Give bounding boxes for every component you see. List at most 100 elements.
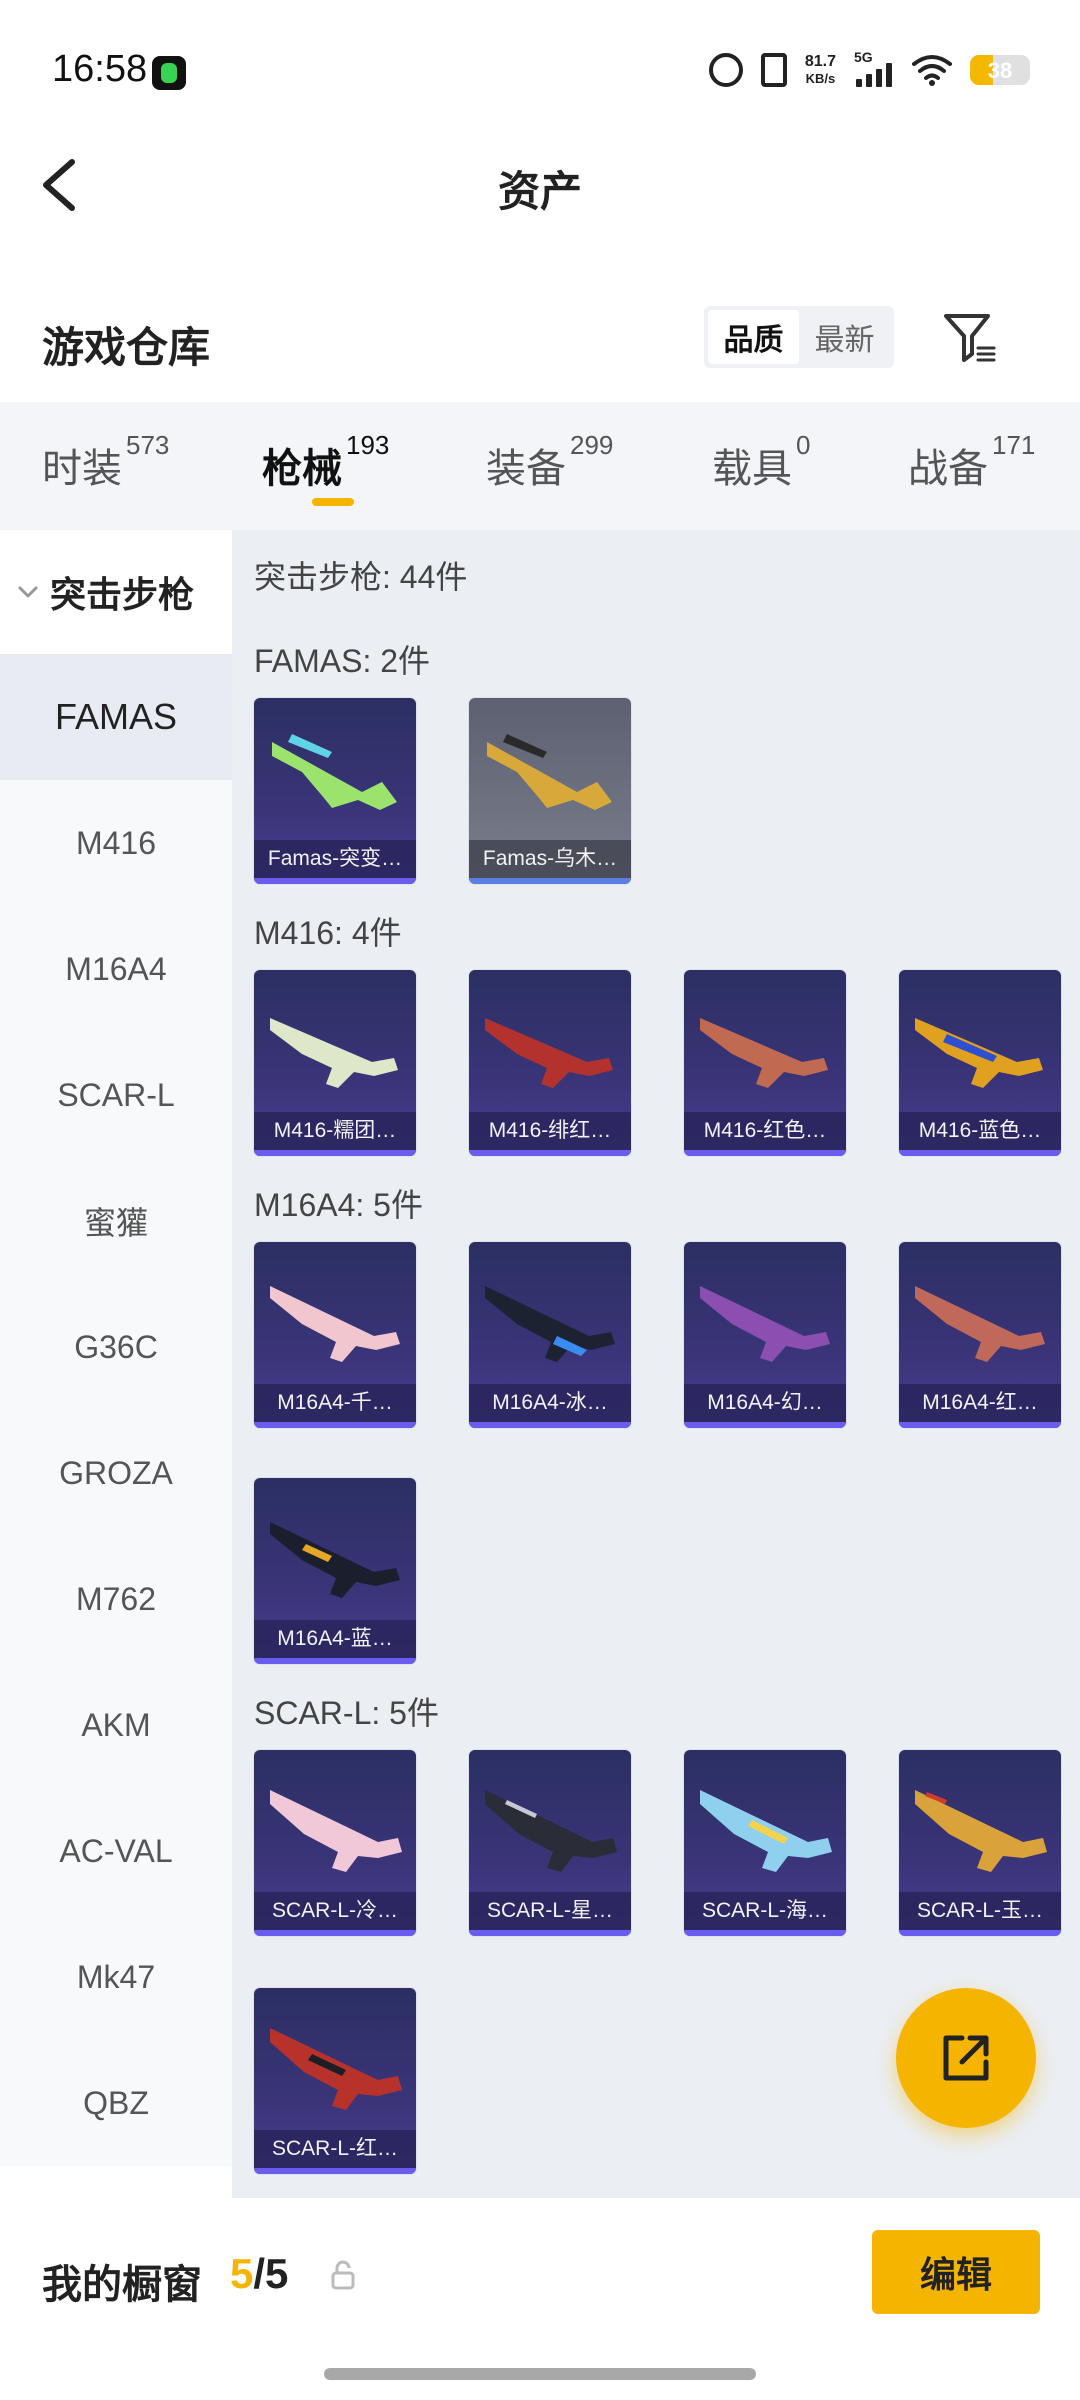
tab-supplies[interactable]: 战备171 xyxy=(908,430,1035,494)
section-label-scar-l: SCAR-L: 5件 xyxy=(254,1695,439,1731)
weapon-card[interactable]: SCAR-L-海… xyxy=(684,1750,846,1936)
status-bar: 16:58 81.7 KB/s 5G 38 xyxy=(0,0,1080,140)
weapon-card[interactable]: M416-红色… xyxy=(684,970,846,1156)
weapon-card-label: M416-蓝色… xyxy=(899,1112,1061,1150)
weapon-card-label: M416-绯红… xyxy=(469,1112,631,1150)
tab-count: 0 xyxy=(796,430,811,460)
rarity-bar xyxy=(684,1422,846,1428)
weapon-card[interactable]: SCAR-L-冷… xyxy=(254,1750,416,1936)
filter-button[interactable] xyxy=(942,310,998,366)
sidebar-item-qbz[interactable]: QBZ xyxy=(0,2040,232,2166)
battery-icon: 38 xyxy=(970,55,1030,85)
battery-percent: 38 xyxy=(987,58,1013,83)
sort-latest-button[interactable]: 最新 xyxy=(799,310,890,364)
rarity-bar xyxy=(899,1422,1061,1428)
rarity-bar xyxy=(254,878,416,884)
home-indicator[interactable] xyxy=(324,2368,756,2380)
weapon-card[interactable]: SCAR-L-玉… xyxy=(899,1750,1061,1936)
page-title: 资产 xyxy=(497,168,582,215)
tab-vehicles[interactable]: 载具0 xyxy=(712,430,810,494)
tab-fashion[interactable]: 时装573 xyxy=(42,430,169,494)
status-time: 16:58 xyxy=(52,48,148,90)
section-label-famas: FAMAS: 2件 xyxy=(254,643,431,679)
weapon-card-label: M16A4-幻… xyxy=(684,1384,846,1422)
tab-count: 193 xyxy=(346,430,390,460)
showcase-total: 5 xyxy=(265,2250,289,2297)
vibrate-icon xyxy=(760,53,787,87)
weapon-card[interactable]: M416-绯红… xyxy=(469,970,631,1156)
tab-label: 战备 xyxy=(908,447,988,491)
rarity-bar xyxy=(254,1422,416,1428)
sidebar-group-assault-rifles[interactable]: 突击步枪 xyxy=(0,530,232,654)
weapon-card[interactable]: SCAR-L-红… xyxy=(254,1988,416,2174)
chevron-down-icon xyxy=(18,586,38,598)
filter-icon xyxy=(944,314,996,362)
weapon-card-label: M416-红色… xyxy=(684,1112,846,1150)
sidebar-item-g36c[interactable]: G36C xyxy=(0,1284,232,1410)
lock-icon xyxy=(331,2260,355,2290)
weapon-card-label: M16A4-红… xyxy=(899,1384,1061,1422)
sidebar-item-scar-l[interactable]: SCAR-L xyxy=(0,1032,232,1158)
status-icons: 81.7 KB/s 5G 38 xyxy=(708,48,1030,92)
showcase-count: 5/5 xyxy=(230,2250,288,2298)
rarity-bar xyxy=(469,1422,631,1428)
tab-firearms[interactable]: 枪械193 xyxy=(262,430,389,494)
section-label-m416: M416: 4件 xyxy=(254,915,402,951)
share-fab-button[interactable] xyxy=(896,1988,1036,2128)
tab-count: 171 xyxy=(992,430,1036,460)
weapon-sidebar: 突击步枪 FAMAS M416 M16A4 SCAR-L 蜜獾 G36C GRO… xyxy=(0,530,232,2198)
tab-count: 299 xyxy=(570,430,614,460)
sidebar-item-ac-val[interactable]: AC-VAL xyxy=(0,1788,232,1914)
rarity-bar xyxy=(469,1150,631,1156)
sidebar-item-famas[interactable]: FAMAS xyxy=(0,654,232,780)
sort-quality-button[interactable]: 品质 xyxy=(708,310,799,364)
rarity-bar xyxy=(684,1930,846,1936)
weapon-card[interactable]: Famas-突变… xyxy=(254,698,416,884)
rifle-icon xyxy=(487,734,612,810)
weapon-card[interactable]: SCAR-L-星… xyxy=(469,1750,631,1936)
rarity-bar xyxy=(899,1930,1061,1936)
rarity-bar xyxy=(469,878,631,884)
weapon-card[interactable]: M416-糯团… xyxy=(254,970,416,1156)
rifle-icon xyxy=(270,1286,400,1362)
sidebar-item-honey-badger[interactable]: 蜜獾 xyxy=(0,1158,232,1284)
rifle-icon xyxy=(270,1018,398,1088)
rifle-icon xyxy=(915,1286,1045,1362)
weapon-card[interactable]: M16A4-蓝… xyxy=(254,1478,416,1664)
sidebar-item-m416[interactable]: M416 xyxy=(0,780,232,906)
weapon-card-label: M16A4-千… xyxy=(254,1384,416,1422)
external-link-icon xyxy=(943,2035,989,2081)
bottom-bar: 我的橱窗 5/5 编辑 xyxy=(0,2198,1080,2400)
weapon-card-label: M416-糯团… xyxy=(254,1112,416,1150)
sidebar-item-akm[interactable]: AKM xyxy=(0,1662,232,1788)
sidebar-item-m762[interactable]: M762 xyxy=(0,1536,232,1662)
tab-label: 载具 xyxy=(712,447,792,491)
tab-equipment[interactable]: 装备299 xyxy=(486,430,613,494)
weapon-card[interactable]: M16A4-幻… xyxy=(684,1242,846,1428)
rifle-icon xyxy=(270,1790,402,1872)
weapon-card[interactable]: M16A4-冰… xyxy=(469,1242,631,1428)
rifle-icon xyxy=(915,1018,1043,1088)
tab-label: 装备 xyxy=(486,447,566,491)
sidebar-group-label: 突击步枪 xyxy=(50,574,195,615)
rifle-icon xyxy=(915,1790,1047,1872)
sidebar-item-m16a4[interactable]: M16A4 xyxy=(0,906,232,1032)
tab-label: 枪械 xyxy=(262,447,342,491)
weapon-card-label: M16A4-蓝… xyxy=(254,1620,416,1658)
weapon-card[interactable]: Famas-乌木… xyxy=(469,698,631,884)
sidebar-item-groza[interactable]: GROZA xyxy=(0,1410,232,1536)
network-speed: 81.7 KB/s xyxy=(805,53,836,87)
rarity-bar xyxy=(469,1930,631,1936)
network-speed-value: 81.7 xyxy=(804,53,836,70)
weapon-card[interactable]: M416-蓝色… xyxy=(899,970,1061,1156)
wifi-icon xyxy=(912,55,952,86)
sidebar-item-mk47[interactable]: Mk47 xyxy=(0,1914,232,2040)
rarity-bar xyxy=(254,1658,416,1664)
weapon-card-label: SCAR-L-冷… xyxy=(254,1892,416,1930)
weapon-card[interactable]: M16A4-千… xyxy=(254,1242,416,1428)
weapon-card[interactable]: M16A4-红… xyxy=(899,1242,1061,1428)
weapon-card-label: SCAR-L-海… xyxy=(684,1892,846,1930)
tab-count: 573 xyxy=(126,430,170,460)
edit-button[interactable]: 编辑 xyxy=(872,2230,1040,2314)
rarity-bar xyxy=(899,1150,1061,1156)
